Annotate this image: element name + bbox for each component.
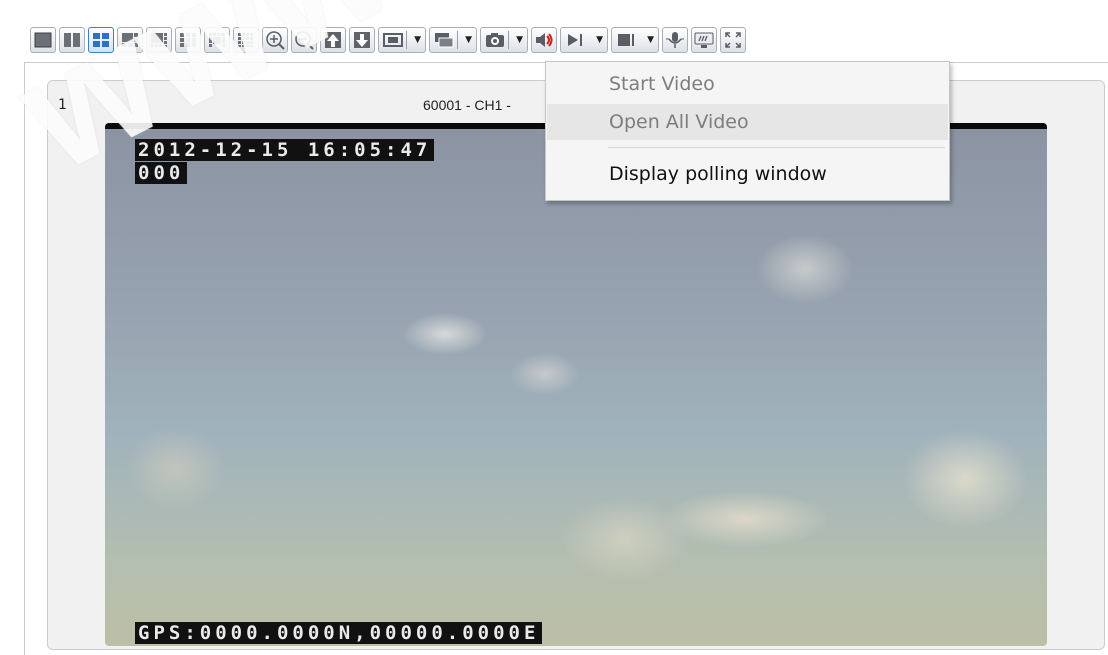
layout-6-icon (122, 33, 138, 47)
zoom-out-icon (295, 31, 314, 50)
fullscreen-button[interactable] (720, 27, 746, 53)
chevron-down-icon: ▼ (465, 35, 472, 45)
stop-icon (618, 34, 634, 46)
mute-button[interactable] (531, 27, 557, 53)
osd-gps: GPS:0000.0000N,00000.0000E (135, 622, 543, 644)
layout-16-button[interactable] (233, 27, 259, 53)
window-icon (435, 33, 454, 48)
layout-9-icon (180, 33, 196, 47)
arrow-down-icon (354, 32, 370, 48)
monitor-icon (694, 32, 714, 48)
layout-1-button[interactable] (30, 27, 56, 53)
cell-title: 60001 - CH1 - (423, 97, 511, 113)
chevron-down-icon: ▼ (647, 35, 654, 45)
layout-6-button[interactable] (117, 27, 143, 53)
camera-icon (486, 33, 504, 47)
stop-dropdown-button[interactable]: ▼ (611, 27, 659, 53)
layout-4-icon (93, 33, 109, 47)
zoom-in-button[interactable] (262, 27, 288, 53)
chevron-down-icon: ▼ (596, 35, 603, 45)
layout-13-icon (209, 33, 225, 47)
zoom-out-button[interactable] (291, 27, 317, 53)
chevron-down-icon: ▼ (414, 35, 421, 45)
page-down-button[interactable] (349, 27, 375, 53)
play-icon (568, 34, 582, 46)
toolbar: ▼ ▼ ▼ ▼ ▼ (30, 22, 746, 58)
snapshot-dropdown-button[interactable]: ▼ (480, 27, 528, 53)
chevron-down-icon: ▼ (516, 35, 523, 45)
osd-datetime: 2012-12-15 16:05:47 (135, 139, 435, 161)
zoom-in-icon (266, 31, 285, 50)
layout-9-button[interactable] (175, 27, 201, 53)
arrow-up-icon (325, 32, 341, 48)
button-separator (457, 31, 458, 49)
speaker-mute-icon (536, 33, 553, 47)
cell-number: 1 (58, 97, 67, 113)
button-separator (508, 31, 509, 49)
layout-13-button[interactable] (204, 27, 230, 53)
window-dropdown-button[interactable]: ▼ (429, 27, 477, 53)
layout-8-button[interactable] (146, 27, 172, 53)
menu-separator (608, 147, 945, 148)
microphone-icon (666, 32, 684, 48)
broadcast-button[interactable] (691, 27, 717, 53)
play-dropdown-button[interactable]: ▼ (560, 27, 608, 53)
fit-screen-icon (383, 33, 403, 47)
menu-item-start-video[interactable]: Start Video (547, 66, 948, 102)
menu-item-display-polling-window[interactable]: Display polling window (547, 156, 948, 192)
page-up-button[interactable] (320, 27, 346, 53)
fullscreen-dropdown-button[interactable]: ▼ (378, 27, 426, 53)
button-separator (406, 31, 407, 49)
intercom-button[interactable] (662, 27, 688, 53)
layout-8-icon (151, 33, 167, 47)
menu-item-open-all-video[interactable]: Open All Video (547, 104, 948, 140)
layout-4-button[interactable] (88, 27, 114, 53)
osd-subtext: 000 (135, 162, 188, 184)
expand-icon (725, 32, 741, 48)
layout-1-icon (34, 32, 52, 48)
layout-2-button[interactable] (59, 27, 85, 53)
video-dropdown-menu: Start Video Open All Video Display polli… (545, 61, 950, 201)
video-stream[interactable]: 2012-12-15 16:05:47 000 GPS:0000.0000N,0… (105, 123, 1047, 646)
layout-16-icon (238, 33, 253, 47)
layout-2-icon (64, 33, 80, 47)
